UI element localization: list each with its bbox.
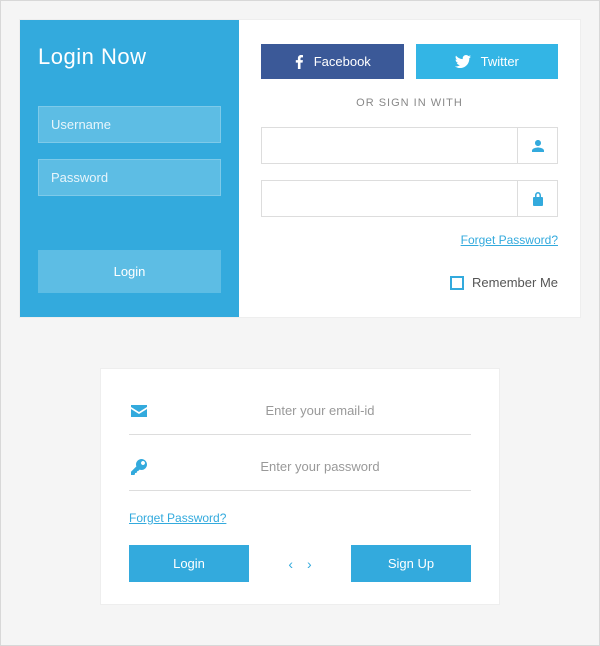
remember-me-label: Remember Me [472,275,558,290]
login-title: Login Now [38,44,221,70]
login-card-dual: Login Now Login Facebook Twitter OR SIGN… [19,19,581,318]
remember-me-checkbox[interactable] [450,276,464,290]
forget-password-link-2[interactable]: Forget Password? [129,511,226,525]
twitter-icon [455,55,471,68]
lock-icon [518,180,558,217]
mail-icon [129,405,149,417]
divider-text: OR SIGN IN WITH [261,97,558,109]
twitter-button[interactable]: Twitter [416,44,559,79]
right-password-input[interactable] [261,180,518,217]
forget-password-link[interactable]: Forget Password? [261,233,558,247]
signup-button[interactable]: Sign Up [351,545,471,582]
twitter-label: Twitter [481,54,519,69]
next-icon[interactable]: › [303,552,316,576]
right-username-input[interactable] [261,127,518,164]
facebook-button[interactable]: Facebook [261,44,404,79]
facebook-label: Facebook [314,54,371,69]
login-card-simple: Forget Password? Login ‹ › Sign Up [100,368,500,605]
password-input[interactable] [38,159,221,196]
password-field-row [261,180,558,217]
username-field-row [261,127,558,164]
action-button-row: Login ‹ › Sign Up [129,545,471,582]
login-right-panel: Facebook Twitter OR SIGN IN WITH Forget … [239,20,580,317]
login-button-2[interactable]: Login [129,545,249,582]
password-input-2[interactable] [169,453,471,480]
pager: ‹ › [284,552,315,576]
user-icon [518,127,558,164]
login-button[interactable]: Login [38,250,221,293]
remember-me-row: Remember Me [261,275,558,290]
username-input[interactable] [38,106,221,143]
password-field [129,453,471,491]
email-input[interactable] [169,397,471,424]
prev-icon[interactable]: ‹ [284,552,297,576]
email-field [129,397,471,435]
login-left-panel: Login Now Login [20,20,239,317]
social-buttons: Facebook Twitter [261,44,558,79]
key-icon [129,459,149,475]
facebook-icon [294,55,304,69]
